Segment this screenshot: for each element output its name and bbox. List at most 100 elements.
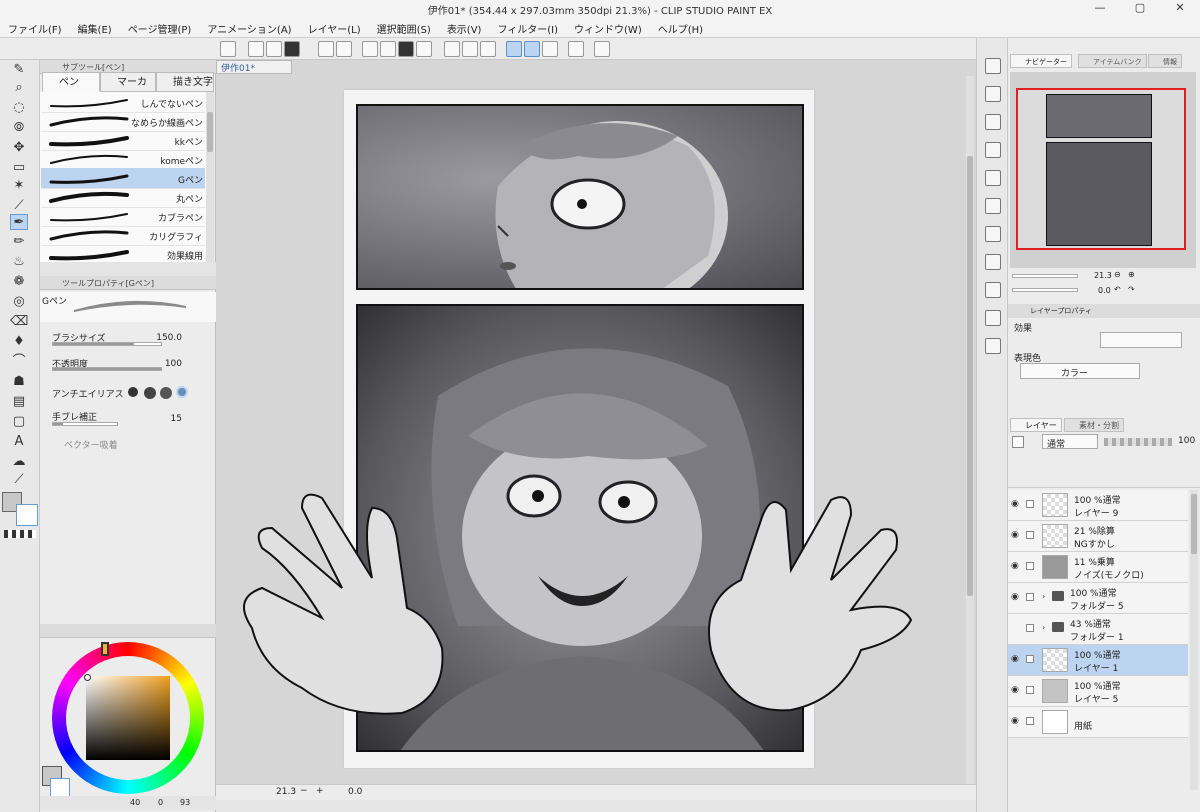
remove-icon[interactable] — [985, 114, 1001, 130]
swirl-icon[interactable]: ◎ — [10, 294, 28, 310]
menu-layer[interactable]: レイヤー(L) — [300, 18, 369, 39]
stabilize-slider[interactable] — [52, 422, 118, 426]
brush-item[interactable]: Gペン — [41, 168, 205, 189]
new-file-icon[interactable] — [248, 41, 264, 57]
color-panel-sub-swatch[interactable] — [50, 778, 70, 798]
invert-selection-icon[interactable] — [462, 41, 478, 57]
balloon-icon[interactable]: ☁ — [10, 454, 28, 470]
blend-icon[interactable]: ♦ — [10, 334, 28, 350]
fill-tool-icon[interactable]: ☗ — [10, 374, 28, 390]
hue-marker[interactable] — [101, 642, 109, 656]
save-icon[interactable] — [284, 41, 300, 57]
visibility-eye-icon[interactable]: ◉ — [1011, 686, 1021, 695]
visibility-eye-icon[interactable]: ◉ — [1011, 655, 1021, 664]
brush-list-scrollbar[interactable] — [206, 92, 214, 262]
layer-lock-toggle[interactable] — [1026, 593, 1034, 601]
move-tool-icon[interactable]: ✥ — [10, 140, 28, 156]
nav-zoom-slider[interactable] — [1012, 274, 1078, 278]
tab-material-split[interactable]: 素材・分割 — [1064, 418, 1124, 432]
visibility-eye-icon[interactable] — [1011, 624, 1021, 632]
magic-wand-icon[interactable]: ✶ — [10, 178, 28, 194]
import-icon[interactable] — [985, 58, 1001, 74]
open-icon[interactable] — [266, 41, 282, 57]
layer-row[interactable]: ◉ › 100 %通常 フォルダー 5 — [1008, 583, 1188, 614]
sv-marker[interactable] — [84, 674, 91, 681]
brush-item[interactable]: 丸ペン — [41, 187, 205, 208]
layer-opacity-value[interactable]: 100 — [1178, 436, 1195, 446]
canvas-area[interactable]: 伊作01* — [216, 60, 976, 788]
snap-ruler-icon[interactable] — [506, 41, 522, 57]
tab-pen[interactable]: ペン — [42, 72, 100, 92]
camera-icon[interactable] — [985, 310, 1001, 326]
brush-item[interactable]: kkペン — [41, 130, 205, 151]
layer-row[interactable]: ◉ 11 %乗算 ノイズ(モノクロ) — [1008, 552, 1188, 583]
brush-item[interactable]: なめらか線画ペン — [41, 111, 205, 132]
brush-item[interactable]: カブラペン — [41, 206, 205, 227]
brush-item[interactable]: komeペン — [41, 149, 205, 170]
menu-animation[interactable]: アニメーション(A) — [199, 18, 299, 39]
layer-lock-toggle[interactable] — [1026, 562, 1034, 570]
saturation-value-square[interactable] — [86, 676, 170, 760]
layer-lock-toggle[interactable] — [1026, 500, 1034, 508]
menu-selection[interactable]: 選択範囲(S) — [369, 18, 439, 39]
ruler-icon[interactable]: ⌒ — [10, 354, 28, 370]
effect-buttons[interactable] — [1100, 332, 1182, 348]
menu-view[interactable]: 表示(V) — [439, 18, 490, 39]
nav-zoom-out-icon[interactable]: ⊖ — [1114, 270, 1121, 279]
smartphone-icon[interactable] — [568, 41, 584, 57]
tab-lettering[interactable]: 描き文字 — [156, 72, 214, 92]
text-icon[interactable]: A — [10, 434, 28, 450]
select-tool-icon[interactable]: ◌ — [10, 100, 28, 116]
export-icon[interactable] — [985, 338, 1001, 354]
edit-icon[interactable] — [985, 282, 1001, 298]
layer-row[interactable]: ◉ 21 %除算 NGすかし — [1008, 521, 1188, 552]
layer-row[interactable]: ◉ 100 %通常 レイヤー 9 — [1008, 490, 1188, 521]
menu-window[interactable]: ウィンドウ(W) — [566, 18, 650, 39]
layer-color-swatch[interactable] — [1012, 436, 1024, 448]
line-fix-icon[interactable]: ⟋ — [10, 472, 28, 488]
eyedropper-icon[interactable]: ⟋ — [10, 198, 28, 214]
selection-launcher-icon[interactable] — [480, 41, 496, 57]
visibility-eye-icon[interactable]: ◉ — [1011, 593, 1021, 602]
nav-zoom-in-icon[interactable]: ⊕ — [1128, 270, 1135, 279]
visibility-eye-icon[interactable]: ◉ — [1011, 717, 1021, 726]
visibility-eye-icon[interactable]: ◉ — [1011, 500, 1021, 509]
eraser-icon[interactable]: ⌫ — [10, 314, 28, 330]
brush-size-slider[interactable] — [52, 342, 162, 346]
gradient-icon[interactable]: ▤ — [10, 394, 28, 410]
nav-rotate-slider[interactable] — [1012, 288, 1078, 292]
clip-studio-icon[interactable] — [220, 41, 236, 57]
zoom-tool-icon[interactable]: ⌕ — [10, 80, 28, 96]
snap-grid-icon[interactable] — [542, 41, 558, 57]
antialias-weak-button[interactable] — [144, 387, 156, 399]
visibility-eye-icon[interactable]: ◉ — [1011, 531, 1021, 540]
airbrush-icon[interactable]: ♨ — [10, 254, 28, 270]
close-button[interactable]: ✕ — [1160, 1, 1200, 17]
menu-page[interactable]: ページ管理(P) — [120, 18, 200, 39]
brush-item[interactable]: カリグラフィ — [41, 225, 205, 246]
tab-navigator[interactable]: ナビゲーター — [1010, 54, 1072, 68]
stabilize-value[interactable]: 15 — [152, 414, 182, 424]
blend-mode-select[interactable]: 通常 — [1042, 434, 1098, 450]
zoom-out-icon[interactable]: − — [300, 786, 308, 796]
menu-file[interactable]: ファイル(F) — [0, 18, 70, 39]
layer-lock-toggle[interactable] — [1026, 655, 1034, 663]
figure-icon[interactable]: ▢ — [10, 414, 28, 430]
layer-row[interactable]: › 43 %通常 フォルダー 1 — [1008, 614, 1188, 645]
navigator-view-frame[interactable] — [1016, 88, 1186, 250]
layer-row[interactable]: ◉ 100 %通常 レイヤー 1 — [1008, 645, 1188, 676]
zoom-in-icon[interactable]: + — [316, 786, 324, 796]
layer-row[interactable]: ◉ 用紙 — [1008, 707, 1188, 738]
maximize-button[interactable]: ▢ — [1120, 1, 1160, 17]
antialias-strong-button[interactable] — [176, 386, 188, 398]
tab-marker[interactable]: マーカー — [100, 72, 156, 108]
pen-icon[interactable]: ✒ — [10, 214, 28, 230]
clear-outside-icon[interactable] — [380, 41, 396, 57]
deselect-icon[interactable] — [444, 41, 460, 57]
lasso-tool-icon[interactable]: ⦾ — [10, 120, 28, 136]
layer-lock-toggle[interactable] — [1026, 717, 1034, 725]
expression-color-select[interactable]: カラー — [1020, 363, 1140, 379]
image-icon[interactable] — [985, 254, 1001, 270]
transform-icon[interactable] — [416, 41, 432, 57]
layer-lock-toggle[interactable] — [1026, 624, 1034, 632]
